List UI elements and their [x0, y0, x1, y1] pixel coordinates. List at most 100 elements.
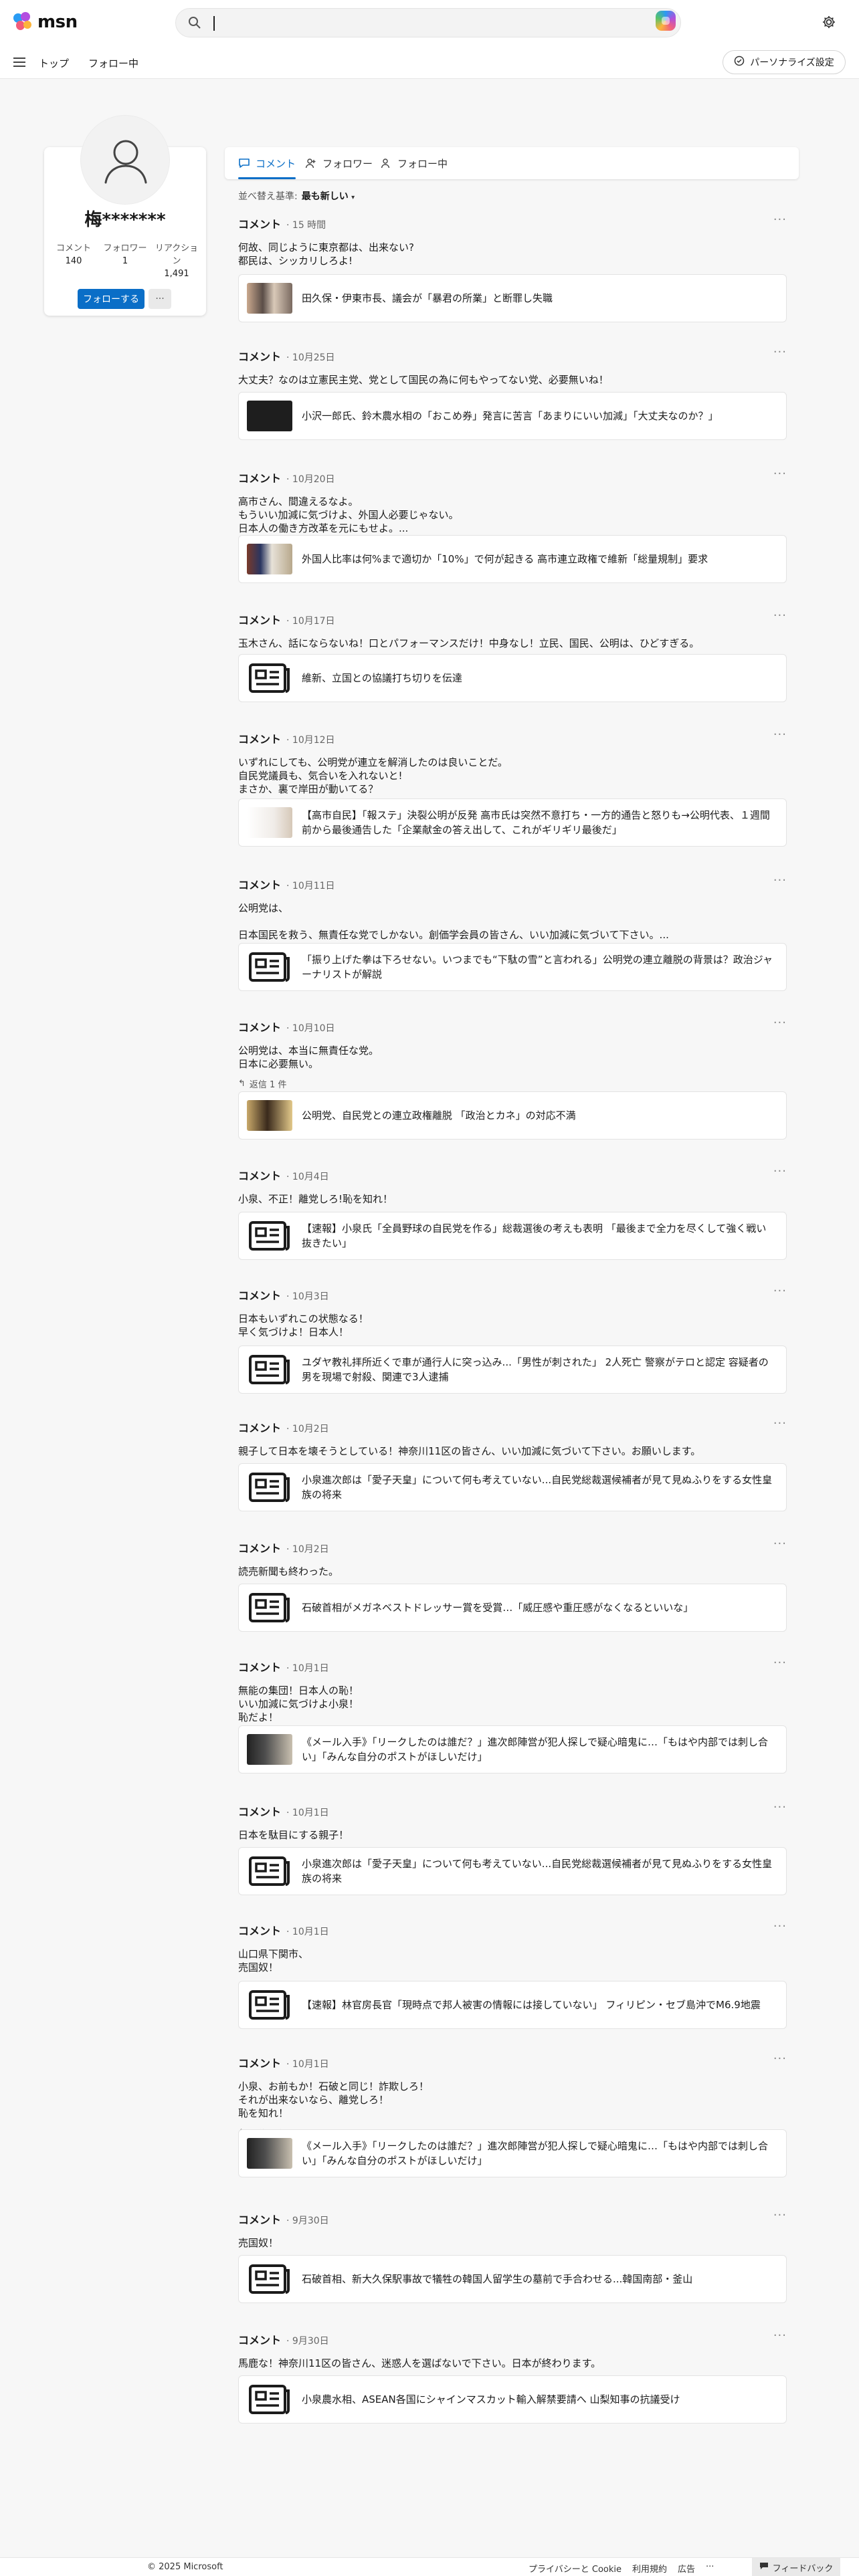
- news-icon: [247, 1354, 292, 1385]
- article-card[interactable]: 小泉進次郎は「愛子天皇」について何も考えていない...自民党総裁選候補者が見て見…: [238, 1847, 787, 1895]
- comment-date: · 10月12日: [286, 735, 335, 746]
- article-card[interactable]: 《メール入手》「リークしたのは誰だ？」進次郎陣営が犯人探しで疑心暗鬼に…「もはや…: [238, 1725, 787, 1774]
- personalize-icon: [734, 56, 745, 69]
- more-options-button[interactable]: ···: [149, 289, 171, 309]
- footer-link-privacy[interactable]: プライバシーと Cookie: [529, 2562, 622, 2575]
- comment-label: コメント: [238, 1661, 282, 1674]
- more-options-icon[interactable]: ···: [773, 1284, 787, 1298]
- sort-value: 最も新しい: [301, 191, 349, 202]
- copilot-icon[interactable]: [656, 11, 676, 31]
- news-icon: [247, 1472, 292, 1503]
- more-options-icon[interactable]: ···: [773, 728, 787, 742]
- more-options-icon[interactable]: ···: [773, 1416, 787, 1430]
- article-card[interactable]: 【高市自民】「報ステ」決裂公明が反発 高市氏は突然不意打ち・一方的通告と怒りも→…: [238, 798, 787, 847]
- tab-followers[interactable]: フォロワー: [305, 147, 373, 179]
- article-card[interactable]: 石破首相、新大久保駅事故で犠牲の韓国人留学生の墓前で手合わせる...韓国南部・釜…: [238, 2255, 787, 2303]
- article-card[interactable]: 小泉進次郎は「愛子天皇」について何も考えていない...自民党総裁選候補者が見て見…: [238, 1463, 787, 1511]
- article-card[interactable]: ユダヤ教礼拝所近くで車が通行人に突っ込み...「男性が刺された」 2人死亡 警察…: [238, 1346, 787, 1394]
- comment-label: コメント: [238, 879, 282, 891]
- reply-link[interactable]: ↰ 返信 1 件: [238, 1077, 787, 1090]
- comment-date: · 10月20日: [286, 474, 335, 485]
- more-options-icon[interactable]: ···: [773, 2329, 787, 2343]
- news-icon: [247, 1856, 292, 1887]
- comment-header: コメント · 10月2日: [238, 1539, 787, 1555]
- comment-item: コメント · 10月12日 ··· いずれにしても、公明党が連立を解消したのは良いこと…: [238, 728, 787, 796]
- personalize-button[interactable]: パーソナライズ設定: [723, 50, 846, 74]
- more-options-icon[interactable]: ···: [773, 1656, 787, 1670]
- comment-label: コメント: [238, 733, 282, 746]
- more-options-icon[interactable]: ···: [773, 1800, 787, 1814]
- article-title: 「振り上げた拳は下ろせない。いつまでも“下駄の雪”と言われる」公明党の連立離脱の…: [302, 954, 773, 980]
- follow-button[interactable]: フォローする: [78, 289, 145, 309]
- tab-following[interactable]: フォロー中: [380, 147, 448, 179]
- brand-name: msn: [37, 12, 78, 32]
- more-options-icon[interactable]: ···: [773, 2052, 787, 2066]
- article-title: 《メール入手》「リークしたのは誰だ？」進次郎陣営が犯人探しで疑心暗鬼に…「もはや…: [302, 1736, 769, 1763]
- more-options-icon[interactable]: ···: [773, 345, 787, 359]
- more-options-icon[interactable]: ···: [773, 1919, 787, 1933]
- article-title: 小泉進次郎は「愛子天皇」について何も考えていない...自民党総裁選候補者が見て見…: [302, 1474, 773, 1501]
- copyright: © 2025 Microsoft: [147, 2562, 223, 2572]
- comment-item: コメント · 9月30日 ··· 馬鹿な！神奈川11区の皆さん、迷惑人を選ばないで下さ…: [238, 2329, 787, 2370]
- msn-butterfly-icon: [13, 12, 35, 32]
- comment-body: 何故、同じように東京都は、出来ない? 都民は、シッカリしろよ!: [238, 241, 414, 267]
- more-options-icon[interactable]: ···: [773, 873, 787, 887]
- article-card[interactable]: 維新、立国との協議打ち切りを伝達: [238, 654, 787, 702]
- following-icon: [381, 158, 390, 169]
- article-card[interactable]: 石破首相がメガネベストドレッサー賞を受賞…「威圧感や重圧感がなくなるといいな」: [238, 1584, 787, 1632]
- menu-icon[interactable]: [13, 58, 25, 67]
- more-options-icon[interactable]: ···: [773, 213, 787, 227]
- more-options-icon[interactable]: ···: [773, 467, 787, 481]
- search-input[interactable]: [175, 8, 681, 37]
- footer-link-terms[interactable]: 利用規約: [632, 2562, 667, 2575]
- article-title: 維新、立国との協議打ち切りを伝達: [302, 672, 462, 684]
- article-card[interactable]: 【速報】林官房長官「現時点で邦人被害の情報には接していない」 フィリピン・セブ島…: [238, 1981, 787, 2029]
- feedback-label: フィードバック: [772, 2563, 834, 2574]
- gear-icon[interactable]: [822, 15, 836, 32]
- comment-label: コメント: [238, 1806, 282, 1818]
- comment-label: コメント: [238, 1422, 282, 1434]
- more-options-icon[interactable]: ···: [773, 1164, 787, 1178]
- more-options-icon[interactable]: ···: [773, 2208, 787, 2222]
- article-title: 小泉進次郎は「愛子天皇」について何も考えていない...自民党総裁選候補者が見て見…: [302, 1858, 773, 1885]
- comment-date: · 10月17日: [286, 616, 335, 627]
- article-card[interactable]: 「振り上げた拳は下ろせない。いつまでも“下駄の雪”と言われる」公明党の連立離脱の…: [238, 943, 787, 991]
- more-options-icon[interactable]: ···: [773, 1537, 787, 1551]
- article-thumbnail: [247, 401, 292, 431]
- article-card[interactable]: 【速報】小泉氏「全員野球の自民党を作る」総裁選後の考えも表明 「最後まで全力を尽…: [238, 1212, 787, 1260]
- footer-links: プライバシーと Cookie 利用規約 広告 ···: [529, 2562, 714, 2575]
- nav-following-link[interactable]: フォロー中: [88, 56, 138, 70]
- comment-item: コメント · 10月25日 ··· 大丈夫？なのは立憲民主党、党として国民の為に何もや…: [238, 345, 787, 387]
- comment-label: コメント: [238, 1542, 282, 1555]
- article-card[interactable]: 外国人比率は何%まで適切か「10%」で何が起きる 高市連立政権で維新「総量規制」…: [238, 535, 787, 583]
- footer-link-more[interactable]: ···: [706, 2562, 714, 2575]
- article-title: 田久保・伊東市長、議会が「暴君の所業」と断罪し失職: [302, 292, 553, 304]
- more-options-icon[interactable]: ···: [773, 609, 787, 623]
- msn-logo[interactable]: msn: [13, 12, 78, 32]
- article-title: ユダヤ教礼拝所近くで車が通行人に突っ込み...「男性が刺された」 2人死亡 警察…: [302, 1356, 769, 1383]
- article-card[interactable]: 小沢一郎氏、鈴木農水相の「おこめ券」発言に苦言「あまりにいい加減」「大丈夫なのか…: [238, 392, 787, 440]
- more-options-icon[interactable]: ···: [773, 1016, 787, 1030]
- article-thumbnail: [247, 2138, 292, 2169]
- search-icon: [188, 16, 201, 32]
- stat-comments: コメント 140: [56, 243, 91, 266]
- feedback-button[interactable]: フィードバック: [752, 2558, 840, 2576]
- comment-header: コメント · 10月12日: [238, 730, 787, 746]
- comment-body: 高市さん、間違えるなよ。 もういい加減に気づけよ、外国人必要じゃない。 日本人の…: [238, 496, 459, 534]
- nav-top-link[interactable]: トップ: [39, 56, 69, 70]
- article-card[interactable]: 田久保・伊東市長、議会が「暴君の所業」と断罪し失職: [238, 274, 787, 322]
- comment-body: 日本を駄目にする親子！: [238, 1829, 349, 1841]
- stat-reactions: リアクション 1,491: [155, 243, 199, 279]
- comment-label: コメント: [238, 1021, 282, 1034]
- article-card[interactable]: 公明党、自民党との連立政権離脱 「政治とカネ」の対応不満: [238, 1091, 787, 1140]
- comment-label: コメント: [238, 1925, 282, 1937]
- comment-body: 小泉、お前もか！石破と同じ！詐欺しろ！ それが出来ないなら、離党しろ！ 恥を知れ…: [238, 2080, 430, 2119]
- comment-body: 公明党は、本当に無責任な党。 日本に必要無い。: [238, 1045, 379, 1070]
- article-card[interactable]: 小泉農水相、ASEAN各国にシャインマスカット輸入解禁要請へ 山梨知事の抗議受け: [238, 2375, 787, 2424]
- sort-control[interactable]: 並べ替え基準: 最も新しい ▾: [238, 189, 355, 203]
- comment-header: コメント · 10月2日: [238, 1419, 787, 1435]
- article-card[interactable]: 《メール入手》「リークしたのは誰だ？」進次郎陣営が犯人探しで疑心暗鬼に…「もはや…: [238, 2129, 787, 2177]
- tab-comments[interactable]: コメント: [238, 147, 296, 179]
- article-title: 小沢一郎氏、鈴木農水相の「おこめ券」発言に苦言「あまりにいい加減」「大丈夫なのか…: [302, 410, 719, 422]
- footer-link-ads[interactable]: 広告: [678, 2562, 695, 2575]
